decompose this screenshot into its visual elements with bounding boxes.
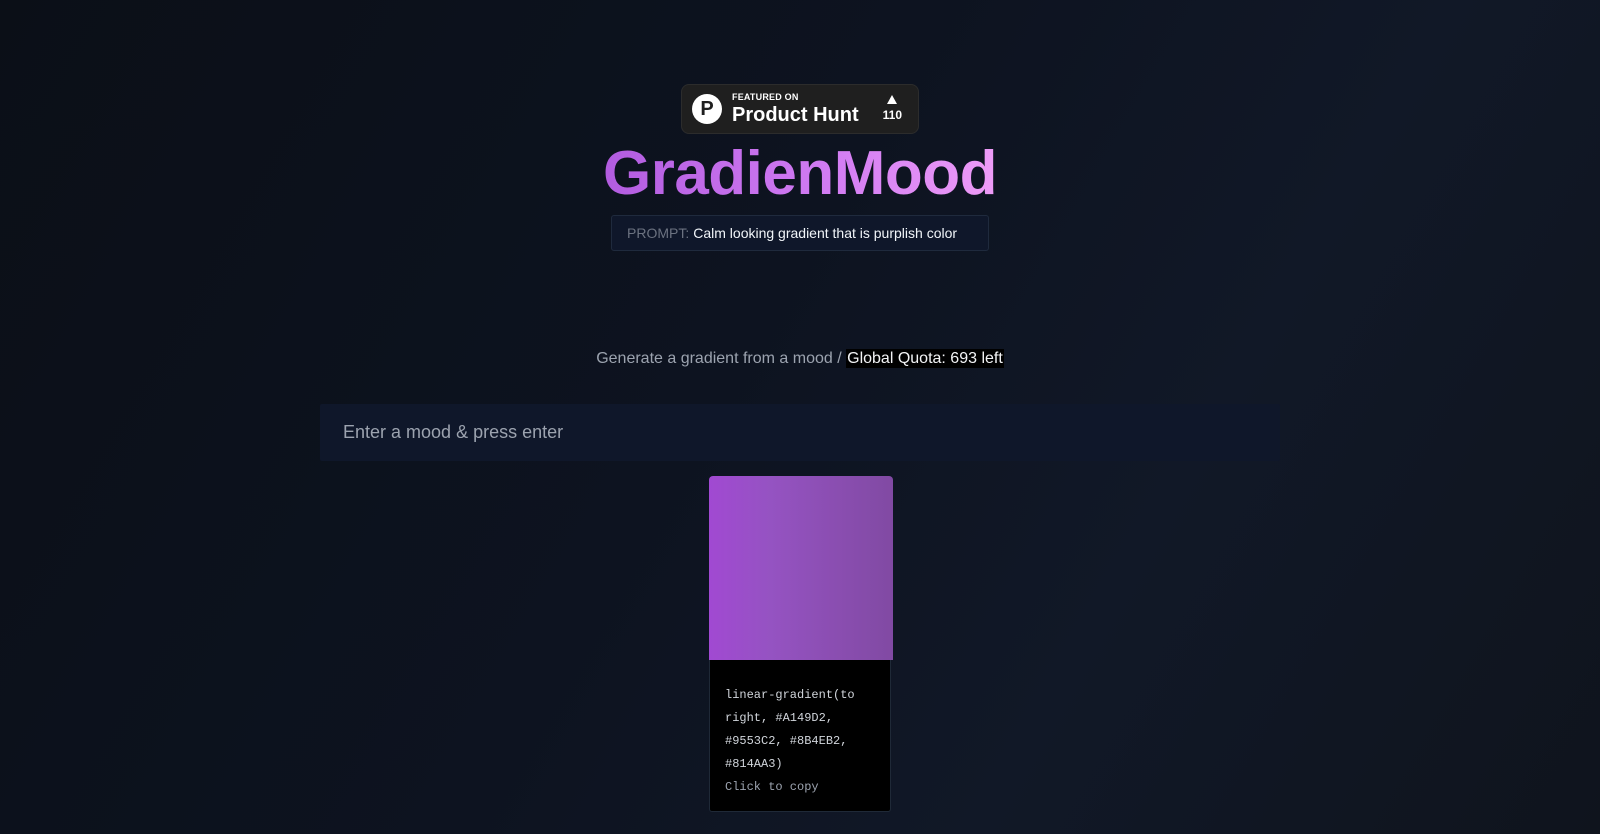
- page-title: GradienMood: [0, 138, 1600, 210]
- product-hunt-name: Product Hunt: [732, 104, 859, 126]
- product-hunt-badge[interactable]: P FEATURED ON Product Hunt 110: [681, 84, 919, 134]
- prompt-label: PROMPT:: [627, 225, 690, 241]
- gradient-css-code: linear-gradient(to right, #A149D2, #9553…: [725, 688, 855, 771]
- page-title-text: GradienMood: [602, 139, 998, 208]
- product-hunt-text: FEATURED ON Product Hunt: [732, 92, 859, 126]
- product-hunt-logo-icon: P: [692, 94, 722, 124]
- featured-on-label: FEATURED ON: [732, 92, 799, 102]
- mood-input[interactable]: [320, 404, 1280, 461]
- upvote-arrow-icon: [887, 95, 898, 104]
- prompt-value: Calm looking gradient that is purplish c…: [693, 225, 958, 241]
- gradient-code-box[interactable]: linear-gradient(to right, #A149D2, #9553…: [709, 660, 891, 812]
- copy-hint: Click to copy: [725, 780, 819, 794]
- example-prompt: PROMPT: Calm looking gradient that is pu…: [611, 215, 989, 251]
- gradient-result-card[interactable]: linear-gradient(to right, #A149D2, #9553…: [709, 476, 893, 812]
- upvote-count: 110: [882, 108, 902, 122]
- subtitle-text: Generate a gradient from a mood /: [596, 350, 842, 367]
- gradient-swatch[interactable]: [709, 476, 893, 660]
- quota-badge: Global Quota: 693 left: [846, 349, 1004, 368]
- upvote-counter: 110: [883, 95, 902, 122]
- subtitle: Generate a gradient from a mood / Global…: [0, 349, 1600, 368]
